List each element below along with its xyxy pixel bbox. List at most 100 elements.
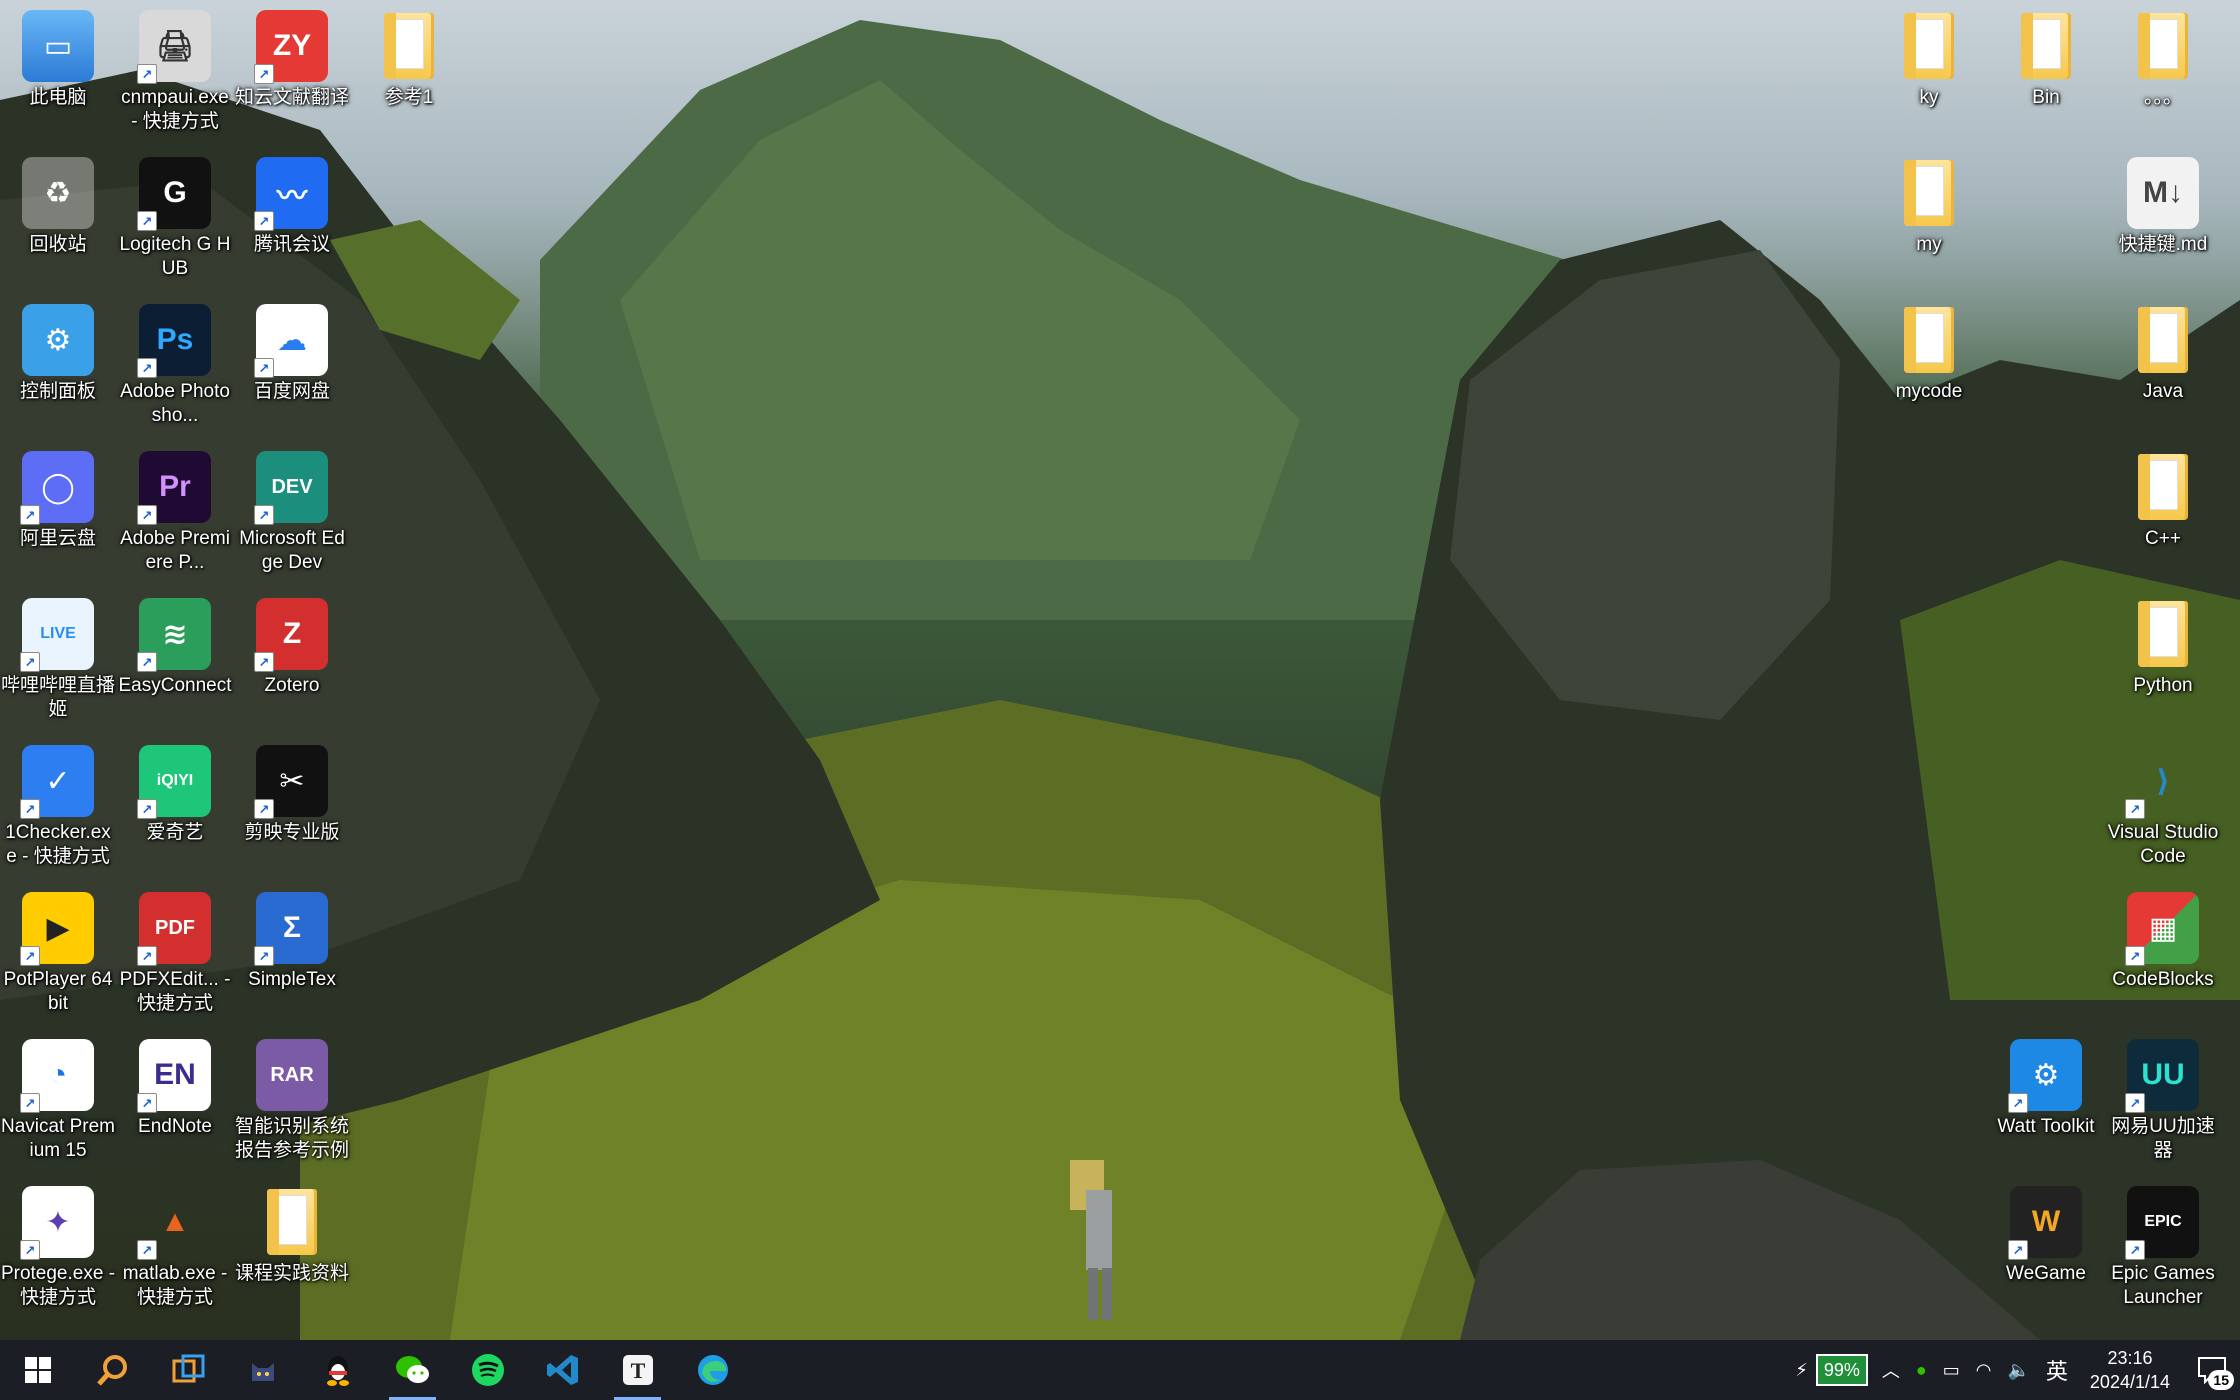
desktop-icon[interactable]: 。。。 [2105,0,2221,110]
desktop-icon[interactable]: ⚙ 控制面板 [0,294,116,404]
epic-games-icon: EPIC ↗ [2125,1186,2199,1260]
vscode-icon [546,1355,578,1385]
battery-tray-icon[interactable]: ▭ [1935,1360,1968,1381]
desktop-icon-label: Python [2133,675,2193,696]
desktop-icon[interactable]: ▲ ↗ matlab.exe - 快捷方式 [117,1176,233,1310]
taskbar-app-spotify[interactable] [450,1340,525,1400]
taskbar-app-edge[interactable] [675,1340,750,1400]
search-button[interactable] [75,1340,150,1400]
baidu-netdisk-icon: ☁ ↗ [254,304,328,378]
navicat-icon: ◔ ↗ [20,1039,94,1113]
desktop-icon[interactable]: M↓ 快捷键.md [2105,147,2221,257]
windows-logo-icon [24,1357,51,1383]
desktop-icon[interactable]: PDF ↗ PDFXEdit... - 快捷方式 [117,882,233,1016]
clock-date: 2024/1/14 [2089,1372,2170,1392]
ime-indicator[interactable]: 英 [2038,1354,2076,1386]
desktop-icon-label: EasyConnect [118,675,232,696]
desktop-icon[interactable]: ✦ ↗ Protege.exe - 快捷方式 [0,1176,116,1310]
desktop-icon-label: PotPlayer 64 bit [3,969,113,1014]
desktop-icon[interactable]: RAR 智能识别系统报告参考示例 [234,1029,350,1163]
desktop-icon-label: my [1916,234,1942,255]
pdfxedit-icon: PDF ↗ [137,892,211,966]
desktop-icon[interactable]: ♻ 回收站 [0,147,116,257]
task-view-button[interactable] [150,1340,225,1400]
charging-icon: ⚡ [1795,1359,1808,1380]
desktop-icon[interactable]: DEV ↗ Microsoft Edge Dev [234,441,350,575]
battery-indicator[interactable]: 99% [1815,1354,1868,1386]
clock-time: 23:16 [2107,1348,2153,1368]
desktop-icon[interactable]: Pr ↗ Adobe Premiere P... [117,441,233,575]
taskbar-app-vscode[interactable] [525,1340,600,1400]
desktop-icon[interactable]: 〰 ↗ 腾讯会议 [234,147,350,257]
desktop-icon[interactable]: ☁ ↗ 百度网盘 [234,294,350,404]
desktop-icon[interactable]: Java [2105,294,2221,404]
desktop-icon-label: 阿里云盘 [19,528,96,549]
desktop-icon[interactable]: LIVE ↗ 哔哩哔哩直播姬 [0,588,116,722]
desktop-icon[interactable]: C++ [2105,441,2221,551]
desktop-icon[interactable]: ⟩ ↗ Visual Studio Code [2105,735,2221,869]
desktop-icon-label: 爱奇艺 [146,822,204,843]
wifi-icon[interactable]: ◠ [1968,1360,2000,1381]
desktop-icon[interactable]: UU ↗ 网易UU加速器 [2105,1029,2221,1163]
desktop-icon[interactable]: G ↗ Logitech G HUB [117,147,233,281]
desktop-icon[interactable]: my [1871,147,1987,257]
desktop-icon-label: 参考1 [384,87,434,108]
notification-center-button[interactable]: 15 [2184,1340,2240,1400]
taskbar-app-typora[interactable]: T [600,1340,675,1400]
desktop-icon[interactable]: ◔ ↗ Navicat Premium 15 [0,1029,116,1163]
photoshop-icon: Ps ↗ [137,304,211,378]
wegame-icon: W ↗ [2008,1186,2082,1260]
desktop-icon[interactable]: 🖨 ↗ cnmpaui.exe - 快捷方式 [117,0,233,134]
wechat-tray-icon[interactable]: ● [1908,1360,1935,1381]
typora-icon: T [622,1355,653,1385]
desktop-icon[interactable]: iQIYI ↗ 爱奇艺 [117,735,233,845]
desktop-icon[interactable]: ▶ ↗ PotPlayer 64 bit [0,882,116,1016]
desktop-icon[interactable]: EPIC ↗ Epic Games Launcher [2105,1176,2221,1310]
tray-overflow-chevron-icon[interactable]: ︿ [1874,1357,1908,1383]
desktop-icon-label: 知云文献翻译 [234,87,349,108]
desktop-icon[interactable]: W ↗ WeGame [1988,1176,2104,1286]
desktop-icon-label: 哔哩哔哩直播姬 [0,675,115,720]
folder-icon [1893,304,1965,376]
desktop-icon[interactable]: 参考1 [351,0,467,110]
desktop-icon-label: 此电脑 [29,87,87,108]
desktop-icon[interactable]: ⚙ ↗ Watt Toolkit [1988,1029,2104,1139]
shortcut-arrow-icon: ↗ [254,652,274,672]
desktop-icon[interactable]: ▦ ↗ CodeBlocks [2105,882,2221,992]
control-panel-icon: ⚙ [22,304,94,376]
desktop-icon[interactable]: Bin [1988,0,2104,110]
desktop-icon[interactable]: mycode [1871,294,1987,404]
volume-icon[interactable]: 🔈 [1999,1360,2037,1381]
desktop-icon[interactable]: ≋ ↗ EasyConnect [117,588,233,698]
desktop-icon[interactable]: 课程实践资料 [234,1176,350,1286]
desktop-icon[interactable]: ▭ 此电脑 [0,0,116,110]
desktop-icon-label: Protege.exe - 快捷方式 [0,1263,116,1308]
shortcut-arrow-icon: ↗ [2125,799,2145,819]
desktop-icon-label: Logitech G HUB [119,234,231,279]
desktop-icon[interactable]: EN ↗ EndNote [117,1029,233,1139]
desktop-icon[interactable]: ZY ↗ 知云文献翻译 [234,0,350,110]
desktop-icon[interactable]: ky [1871,0,1987,110]
clock[interactable]: 23:16 2024/1/14 [2076,1346,2184,1394]
shortcut-arrow-icon: ↗ [2008,1240,2028,1260]
desktop-icon[interactable]: Z ↗ Zotero [234,588,350,698]
shortcut-arrow-icon: ↗ [137,505,157,525]
desktop-icon[interactable]: Ps ↗ Adobe Photosho... [117,294,233,428]
taskbar-app-wechat[interactable] [375,1340,450,1400]
taskbar-app-cat[interactable] [225,1340,300,1400]
taskbar-app-qq[interactable] [300,1340,375,1400]
desktop-icon[interactable]: ◯ ↗ 阿里云盘 [0,441,116,551]
zy-icon: ZY ↗ [254,10,328,84]
shortcut-arrow-icon: ↗ [2125,946,2145,966]
desktop-icon[interactable]: ✂ ↗ 剪映专业版 [234,735,350,845]
desktop-icon[interactable]: ✓ ↗ 1Checker.exe - 快捷方式 [0,735,116,869]
iqiyi-icon: iQIYI ↗ [137,745,211,819]
desktop-icon[interactable]: Python [2105,588,2221,698]
desktop-icon-label: PDFXEdit... - 快捷方式 [119,969,231,1014]
desktop-icon[interactable]: Σ ↗ SimpleTex [234,882,350,992]
folder-icon [256,1186,328,1258]
protege-icon: ✦ ↗ [20,1186,94,1260]
start-button[interactable] [0,1340,75,1400]
shortcut-arrow-icon: ↗ [20,946,40,966]
shortcut-arrow-icon: ↗ [20,505,40,525]
